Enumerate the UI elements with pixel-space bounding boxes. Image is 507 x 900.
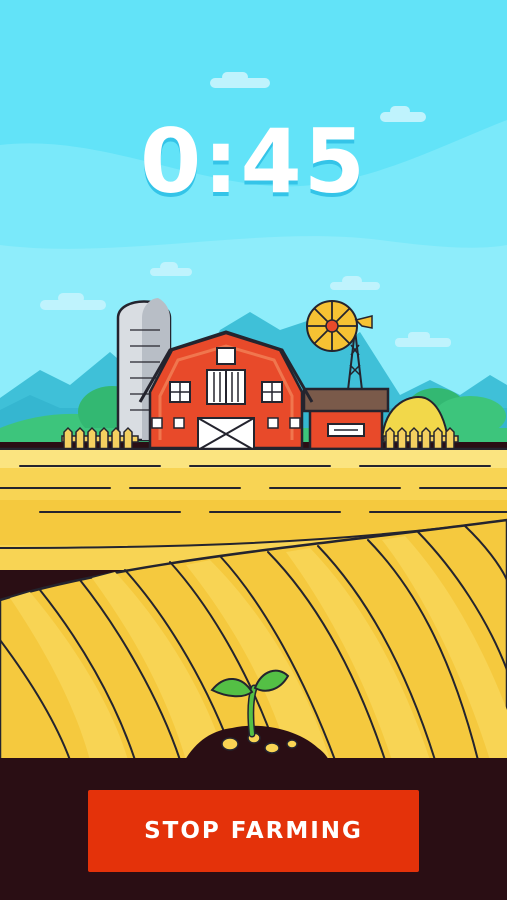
barn-shed	[302, 387, 390, 451]
stop-farming-button[interactable]: STOP FARMING	[88, 790, 419, 872]
countdown-timer: 0:45	[140, 110, 367, 213]
